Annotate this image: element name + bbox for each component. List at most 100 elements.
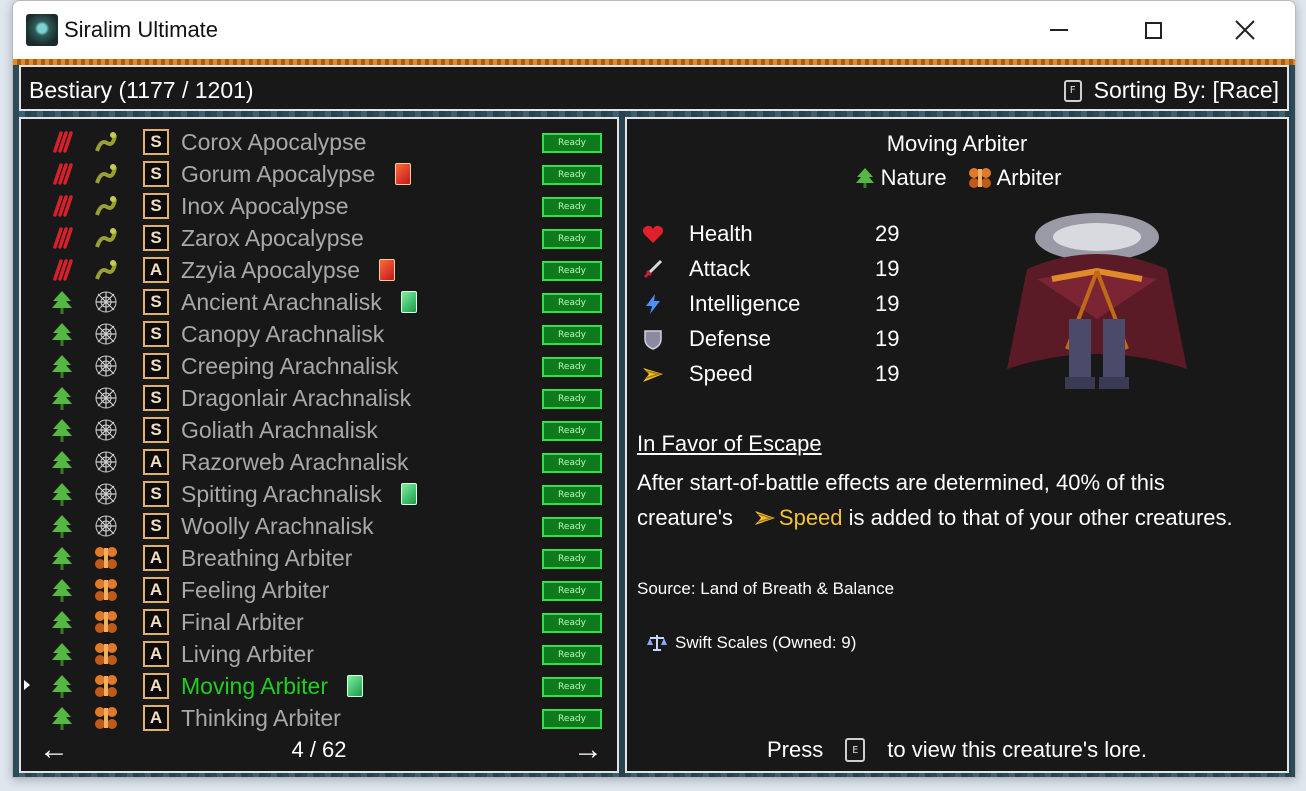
list-item[interactable]: A Final Arbiter Ready [21,605,617,637]
sort-control[interactable]: F Sorting By: [Race] [1063,77,1279,104]
creature-name-item: Living Arbiter [181,641,314,667]
chaos-icon [49,257,75,283]
material-item: Swift Scales (Owned: 9) [647,633,856,653]
list-item[interactable]: A Thinking Arbiter Ready [21,701,617,733]
wing-icon [754,511,775,525]
creature-type-badge: S [143,225,169,251]
app-icon [26,14,58,46]
apocalypse-icon [93,193,119,219]
ready-badge[interactable]: Ready [542,581,602,601]
arbiter-icon [93,641,119,667]
ready-badge[interactable]: Ready [542,677,602,697]
title-bar[interactable]: Siralim Ultimate [13,1,1295,59]
list-item[interactable]: A Moving Arbiter Ready [21,669,617,701]
page-indicator: 4 / 62 [291,737,347,762]
ready-badge[interactable]: Ready [542,197,602,217]
creature-detail: Moving Arbiter Nature Arbiter Health 29 At… [625,117,1289,773]
list-item[interactable]: A Breathing Arbiter Ready [21,541,617,573]
ready-badge[interactable]: Ready [542,517,602,537]
nature-icon [49,545,75,571]
bestiary-header: Bestiary (1177 / 1201) F Sorting By: [Ra… [19,65,1289,111]
ready-badge[interactable]: Ready [542,293,602,313]
creature-name-item: Gorum Apocalypse [181,161,376,187]
red-card-icon [395,163,411,185]
creature-name-item: Goliath Arachnalisk [181,417,378,443]
list-item[interactable]: S Spitting Arachnalisk Ready [21,477,617,509]
maximize-button[interactable] [1107,1,1199,59]
ready-badge[interactable]: Ready [542,261,602,281]
chaos-icon [49,225,75,251]
ready-badge[interactable]: Ready [542,709,602,729]
list-item[interactable]: S Woolly Arachnalisk Ready [21,509,617,541]
minimize-button[interactable] [1013,1,1105,59]
list-item[interactable]: S Canopy Arachnalisk Ready [21,317,617,349]
ready-badge[interactable]: Ready [542,453,602,473]
nature-icon [49,353,75,379]
list-item[interactable]: S Corox Apocalypse Ready [21,125,617,157]
list-item[interactable]: A Feeling Arbiter Ready [21,573,617,605]
selection-cursor-icon [24,680,30,690]
arbiter-icon [93,577,119,603]
stat-label: Speed [689,361,753,386]
apocalypse-icon [93,129,119,155]
creature-tags: Nature Arbiter [627,165,1287,191]
arrow-right-icon[interactable]: → [573,733,603,767]
list-item[interactable]: S Inox Apocalypse Ready [21,189,617,221]
green-card-icon [401,291,417,313]
list-item[interactable]: S Zarox Apocalypse Ready [21,221,617,253]
arbiter-icon [93,673,119,699]
close-button[interactable] [1199,1,1291,59]
ready-badge[interactable]: Ready [542,325,602,345]
list-item[interactable]: A Living Arbiter Ready [21,637,617,669]
creature-type-badge: A [143,609,169,635]
list-item[interactable]: S Dragonlair Arachnalisk Ready [21,381,617,413]
ready-badge[interactable]: Ready [542,229,602,249]
red-card-icon [379,259,395,281]
stat-attack: Attack 19 [641,254,901,284]
scales-icon [647,635,667,651]
stat-value: 29 [875,221,900,246]
trait-name: In Favor of Escape [637,431,822,456]
ready-badge[interactable]: Ready [542,485,602,505]
creature-name-item: Corox Apocalypse [181,129,367,155]
stat-defense: Defense 19 [641,324,901,354]
nature-icon [49,449,75,475]
list-item[interactable]: S Creeping Arachnalisk Ready [21,349,617,381]
arbiter-icon [93,705,119,731]
ready-badge[interactable]: Ready [542,613,602,633]
chaos-icon [49,161,75,187]
creature-type-badge: S [143,481,169,507]
creature-name: Moving Arbiter [886,131,1028,156]
close-icon [1235,20,1255,40]
speed-highlight: Speed [778,505,843,530]
nature-icon [49,481,75,507]
arbiter-icon [93,609,119,635]
creature-type-badge: S [143,353,169,379]
ready-badge[interactable]: Ready [542,133,602,153]
creature-name-item: Final Arbiter [181,609,304,635]
lore-label: to view this creature's lore. [887,737,1147,762]
arbiter-icon [968,168,991,188]
ready-badge[interactable]: Ready [542,549,602,569]
apocalypse-icon [93,257,119,283]
ready-badge[interactable]: Ready [542,389,602,409]
list-item[interactable]: S Gorum Apocalypse Ready [21,157,617,189]
creature-type-badge: S [143,385,169,411]
list-item[interactable]: S Goliath Arachnalisk Ready [21,413,617,445]
arbiter-icon [93,545,119,571]
creature-name-item: Moving Arbiter [181,673,329,699]
trait-desc-line-2a: creature's [637,505,733,530]
creature-name-item: Creeping Arachnalisk [181,353,399,379]
f-key-icon: F [1063,79,1082,102]
ready-badge[interactable]: Ready [542,421,602,441]
list-item[interactable]: A Razorweb Arachnalisk Ready [21,445,617,477]
list-item[interactable]: A Zzyia Apocalypse Ready [21,253,617,285]
ready-badge[interactable]: Ready [542,165,602,185]
trait-desc-line-1: After start-of-battle effects are determ… [637,470,1165,495]
creature-type-badge: A [143,545,169,571]
e-key-icon[interactable]: E [845,738,866,762]
ready-badge[interactable]: Ready [542,645,602,665]
ready-badge[interactable]: Ready [542,357,602,377]
list-item[interactable]: S Ancient Arachnalisk Ready [21,285,617,317]
trait-description: After start-of-battle effects are determ… [637,465,1287,535]
